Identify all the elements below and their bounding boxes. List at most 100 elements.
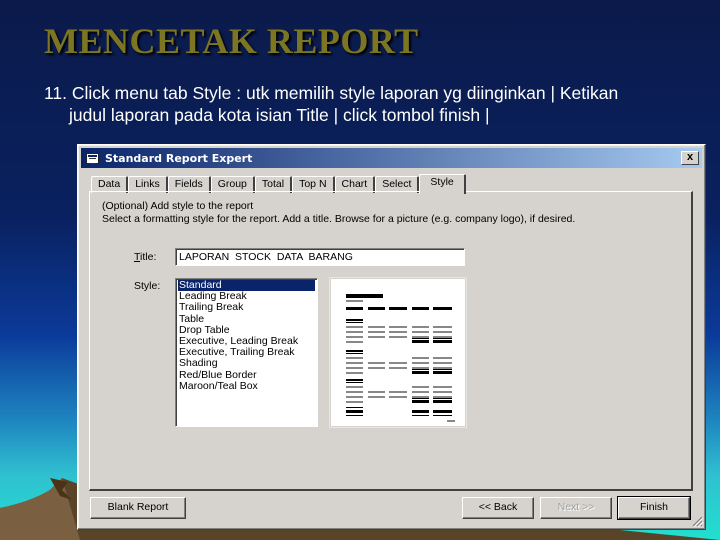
preview-detail-row bbox=[346, 331, 363, 333]
preview-detail-row bbox=[389, 362, 407, 364]
preview-group-rule bbox=[346, 353, 363, 354]
preview-detail-row bbox=[412, 357, 429, 359]
style-option-shading[interactable]: Shading bbox=[178, 358, 315, 369]
preview-detail-row bbox=[389, 326, 407, 328]
preview-subtotal-rule bbox=[433, 369, 452, 370]
preview-page-number bbox=[447, 420, 455, 422]
close-button[interactable]: x bbox=[681, 151, 699, 165]
dialog-titlebar[interactable]: Standard Report Expert x bbox=[81, 148, 702, 168]
style-option-maroon-teal-box[interactable]: Maroon/Teal Box bbox=[178, 380, 315, 392]
preview-subtotal bbox=[412, 340, 429, 343]
preview-detail-row bbox=[433, 336, 452, 338]
preview-column-header bbox=[389, 307, 407, 310]
title-label: Title: bbox=[134, 251, 157, 263]
preview-subtotal bbox=[412, 371, 429, 374]
preview-detail-row bbox=[433, 362, 452, 364]
close-icon: x bbox=[686, 151, 694, 163]
resize-grip-icon[interactable] bbox=[691, 515, 703, 527]
preview-detail-row bbox=[433, 396, 452, 398]
preview-subtitle bbox=[346, 300, 363, 302]
preview-detail-row bbox=[346, 357, 363, 359]
preview-grand-rule bbox=[346, 415, 363, 416]
preview-subtotal bbox=[433, 371, 452, 374]
preview-detail-row bbox=[368, 396, 385, 398]
style-label: Style: bbox=[134, 280, 161, 292]
preview-detail-row bbox=[389, 367, 407, 369]
tab-style[interactable]: Style bbox=[419, 174, 466, 194]
preview-report-title bbox=[346, 294, 383, 298]
preview-grand-total bbox=[412, 410, 429, 413]
style-preview bbox=[330, 278, 466, 427]
preview-detail-row bbox=[433, 367, 452, 369]
preview-detail-row bbox=[433, 357, 452, 359]
preview-detail-row bbox=[346, 326, 363, 328]
preview-detail-row bbox=[346, 391, 363, 393]
preview-group-footer bbox=[346, 372, 363, 374]
preview-detail-row bbox=[389, 391, 407, 393]
preview-column-header bbox=[433, 307, 452, 310]
instruction-line-1: 11. Click menu tab Style : utk memilih s… bbox=[44, 83, 619, 103]
preview-detail-row bbox=[368, 391, 385, 393]
finish-button[interactable]: Finish bbox=[617, 496, 691, 520]
preview-subtotal-rule bbox=[433, 398, 452, 399]
preview-subtotal bbox=[412, 400, 429, 403]
preview-detail-row bbox=[412, 396, 429, 398]
preview-detail-row bbox=[433, 331, 452, 333]
preview-detail-row bbox=[346, 396, 363, 398]
preview-detail-row bbox=[412, 331, 429, 333]
preview-detail-row bbox=[433, 391, 452, 393]
tab-description: (Optional) Add style to the report Selec… bbox=[102, 200, 575, 226]
preview-detail-row bbox=[412, 367, 429, 369]
preview-column-header bbox=[412, 307, 429, 310]
preview-detail-row bbox=[368, 326, 385, 328]
slide-title: MENCETAK REPORT bbox=[44, 21, 419, 61]
preview-detail-row bbox=[412, 326, 429, 328]
preview-grand-rule bbox=[433, 415, 452, 416]
preview-detail-row bbox=[368, 331, 385, 333]
preview-detail-row bbox=[389, 396, 407, 398]
preview-subtotal-rule bbox=[412, 398, 429, 399]
blank-report-button[interactable]: Blank Report bbox=[90, 497, 186, 519]
style-preview-graphic bbox=[346, 294, 455, 422]
preview-detail-row bbox=[368, 367, 385, 369]
instruction-line-2: judul laporan pada kota isian Title | cl… bbox=[69, 105, 490, 125]
dialog-title: Standard Report Expert bbox=[105, 151, 253, 165]
preview-group-rule bbox=[346, 322, 363, 323]
wizard-tabs: Data Links Fields Group Total Top N Char… bbox=[91, 174, 466, 194]
style-listbox[interactable]: Standard Leading Break Trailing Break Ta… bbox=[175, 278, 318, 427]
app-window-icon bbox=[86, 152, 99, 164]
preview-detail-row bbox=[389, 336, 407, 338]
style-tab-panel: (Optional) Add style to the report Selec… bbox=[89, 191, 693, 491]
preview-group-footer bbox=[346, 341, 363, 343]
preview-detail-row bbox=[433, 326, 452, 328]
preview-detail-row bbox=[346, 336, 363, 338]
preview-column-header bbox=[368, 307, 385, 310]
title-input[interactable] bbox=[175, 248, 465, 266]
preview-detail-row bbox=[389, 331, 407, 333]
preview-subtotal-rule bbox=[412, 338, 429, 339]
back-button[interactable]: << Back bbox=[462, 497, 534, 519]
preview-detail-row bbox=[346, 367, 363, 369]
style-option-trailing-break[interactable]: Trailing Break bbox=[178, 302, 315, 313]
preview-grand-total bbox=[433, 410, 452, 413]
preview-detail-row bbox=[412, 336, 429, 338]
preview-detail-row bbox=[412, 362, 429, 364]
description-line-2: Select a formatting style for the report… bbox=[102, 213, 576, 225]
preview-grand-rule bbox=[346, 407, 363, 408]
preview-detail-row bbox=[368, 336, 385, 338]
preview-detail-row bbox=[412, 386, 429, 388]
slide-instruction: 11. Click menu tab Style : utk memilih s… bbox=[44, 82, 714, 126]
description-line-1: (Optional) Add style to the report bbox=[102, 200, 254, 212]
preview-detail-row bbox=[346, 362, 363, 364]
preview-group-header bbox=[346, 379, 363, 381]
preview-detail-row bbox=[433, 386, 452, 388]
preview-group-rule bbox=[346, 382, 363, 383]
preview-grand-rule bbox=[412, 415, 429, 416]
preview-column-header bbox=[346, 307, 363, 310]
standard-report-expert-dialog: Standard Report Expert x Data Links Fiel… bbox=[77, 144, 706, 530]
preview-detail-row bbox=[368, 362, 385, 364]
preview-detail-row bbox=[412, 391, 429, 393]
preview-group-header bbox=[346, 319, 363, 321]
next-button[interactable]: Next >> bbox=[540, 497, 612, 519]
preview-group-footer bbox=[346, 401, 363, 403]
